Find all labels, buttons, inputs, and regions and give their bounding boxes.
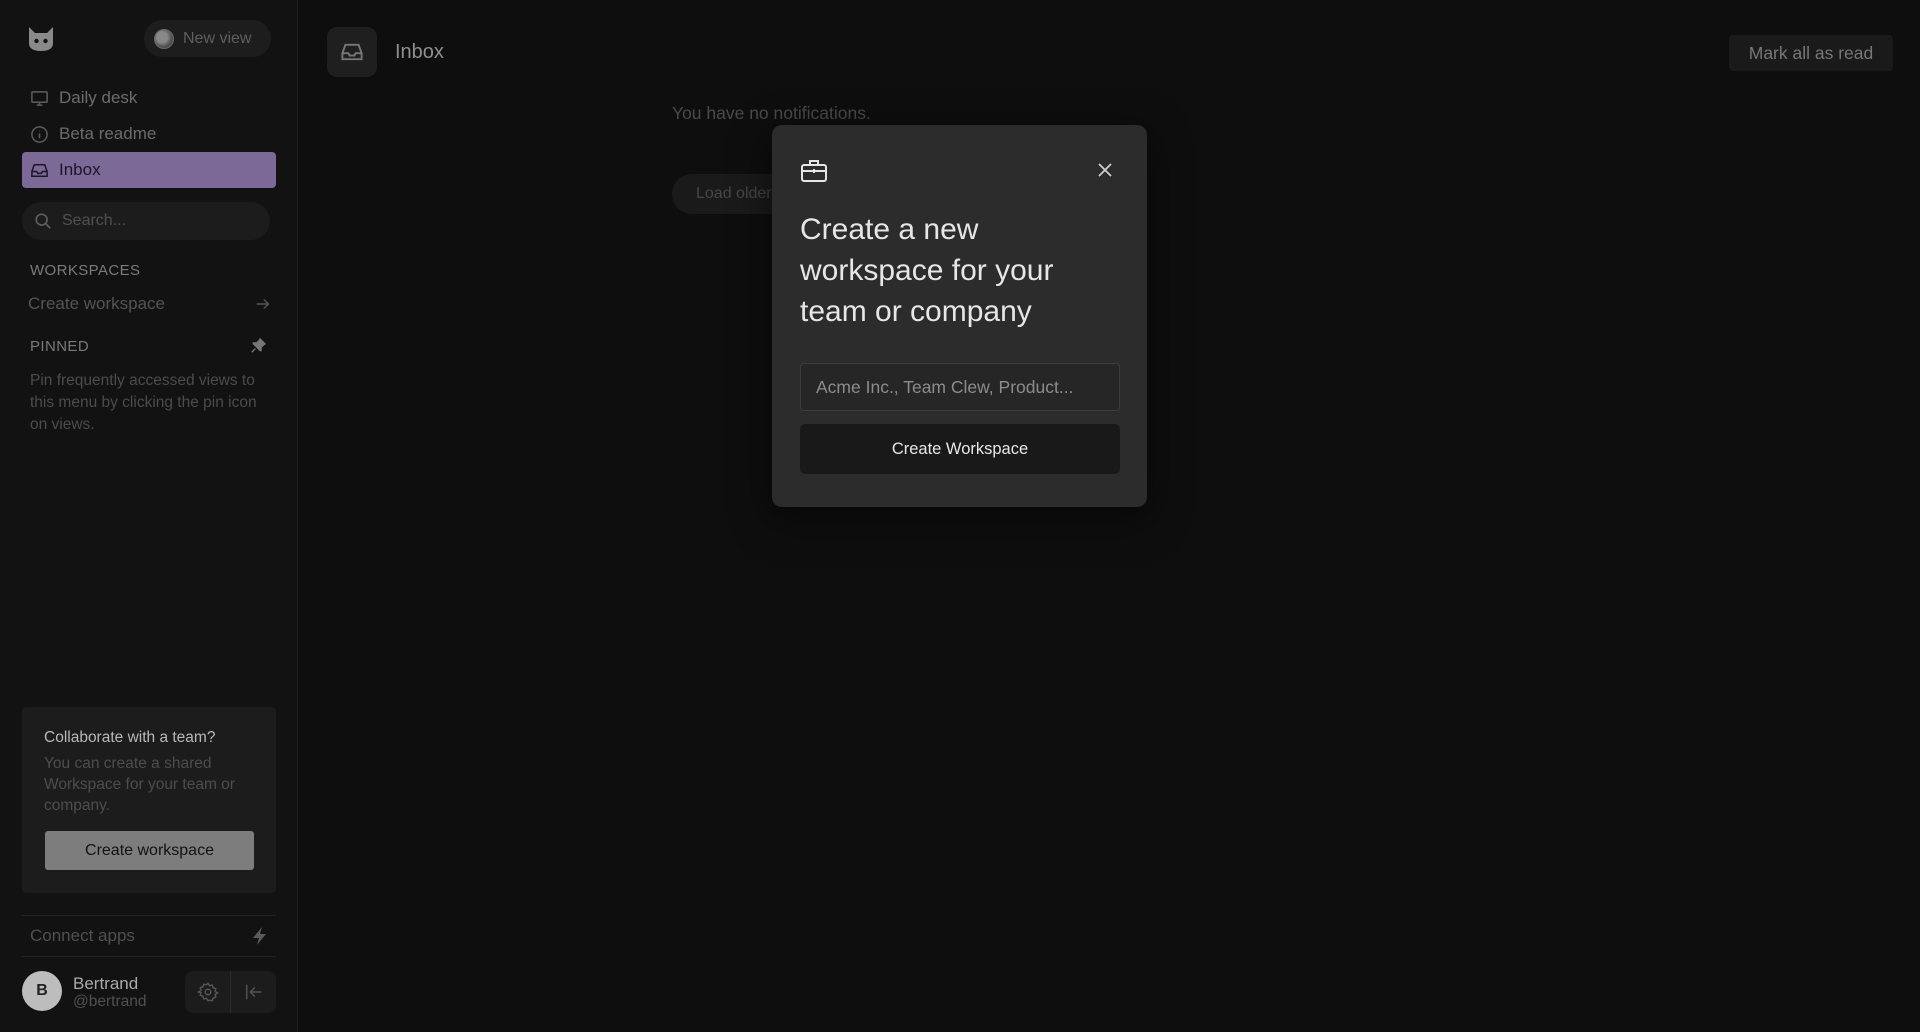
sidebar-item-beta-readme[interactable]: Beta readme — [22, 116, 276, 152]
sidebar-item-label: Beta readme — [59, 124, 157, 143]
pinned-heading: PINNED — [30, 338, 90, 355]
pin-icon[interactable] — [250, 336, 268, 354]
workspace-name-input[interactable] — [800, 363, 1120, 411]
create-workspace-submit-button[interactable]: Create Workspace — [800, 424, 1120, 474]
sidebar-item-inbox[interactable]: Inbox — [22, 152, 276, 188]
page-title: Inbox — [395, 41, 444, 63]
inbox-icon — [341, 43, 363, 61]
mark-all-read-button[interactable]: Mark all as read — [1729, 35, 1893, 71]
lightning-icon — [253, 927, 266, 945]
user-handle: @bertrand — [73, 993, 147, 1010]
new-view-button[interactable]: New view — [144, 20, 271, 57]
create-workspace-link[interactable]: Create workspace — [28, 292, 272, 316]
settings-button[interactable] — [185, 971, 231, 1013]
app-window: New view Daily desk Beta readme Inbox Se… — [0, 0, 1920, 1032]
search-icon — [35, 213, 51, 229]
gear-icon — [196, 982, 219, 1002]
arrow-right-icon — [256, 298, 270, 310]
new-view-label: New view — [183, 29, 252, 47]
divider — [22, 915, 276, 916]
sidebar-nav: Daily desk Beta readme Inbox — [22, 80, 276, 188]
collaborate-title: Collaborate with a team? — [44, 729, 216, 746]
cat-logo-icon[interactable] — [26, 24, 56, 54]
divider — [22, 956, 276, 957]
workspaces-heading: WORKSPACES — [30, 262, 141, 279]
empty-state-text: You have no notifications. — [672, 103, 871, 123]
connect-apps-label: Connect apps — [30, 926, 135, 945]
search-input[interactable]: Search... — [22, 202, 270, 240]
avatar[interactable]: B — [22, 971, 62, 1011]
create-workspace-label: Create workspace — [28, 294, 166, 313]
inbox-badge — [327, 27, 377, 77]
user-actions — [185, 971, 276, 1013]
connect-apps-button[interactable]: Connect apps — [30, 924, 270, 948]
user-panel: B Bertrand @bertrand — [22, 971, 276, 1013]
sidebar-item-label: Daily desk — [59, 88, 138, 107]
view-orb-icon — [154, 28, 174, 49]
sidebar-item-daily-desk[interactable]: Daily desk — [22, 80, 276, 116]
inbox-icon — [31, 163, 48, 177]
collaborate-body: You can create a shared Workspace for yo… — [44, 755, 235, 814]
create-workspace-button[interactable]: Create workspace — [45, 831, 254, 870]
modal-title: Create a new workspace for your team or … — [800, 213, 1054, 328]
monitor-icon — [31, 90, 48, 106]
create-workspace-modal: Create a new workspace for your team or … — [772, 125, 1147, 507]
user-name: Bertrand — [73, 974, 139, 993]
close-icon[interactable] — [1095, 160, 1115, 180]
briefcase-icon — [801, 160, 827, 182]
collapse-left-icon — [245, 984, 261, 1000]
sidebar: New view Daily desk Beta readme Inbox Se… — [0, 0, 298, 1032]
info-icon — [31, 125, 48, 143]
pinned-help-text: Pin frequently accessed views to this me… — [30, 372, 257, 433]
search-placeholder: Search... — [62, 212, 127, 229]
sidebar-item-label: Inbox — [59, 160, 101, 179]
collapse-sidebar-button[interactable] — [231, 971, 276, 1013]
collaborate-card: Collaborate with a team? You can create … — [22, 707, 276, 893]
